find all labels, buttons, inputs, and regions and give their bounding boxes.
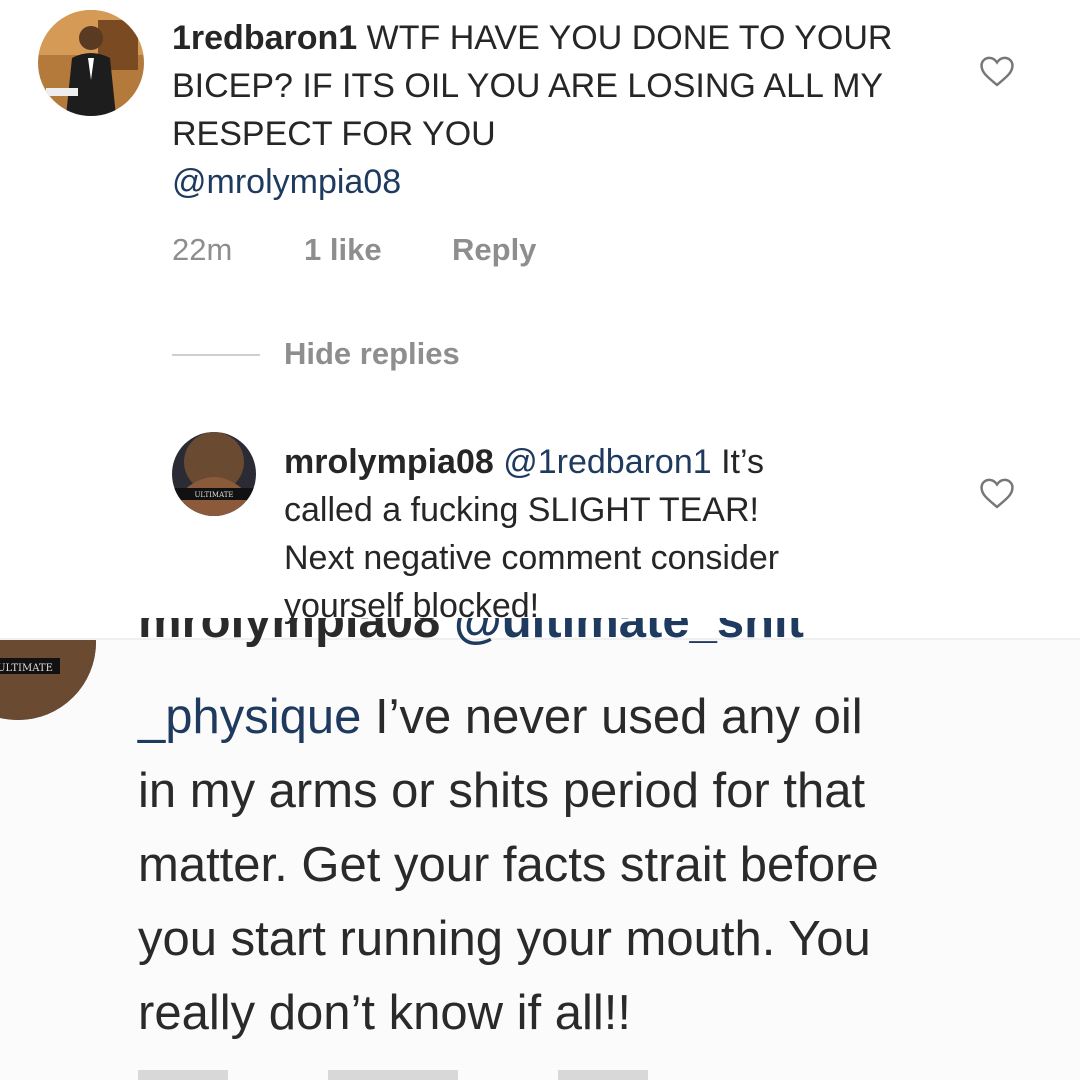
avatar-mrolympia08-zoom[interactable]: ULTIMATE [0,640,96,720]
profile-photo: ULTIMATE [0,640,96,720]
second-reply-line5: really don’t know if all!! [138,986,631,1040]
heart-icon [980,478,1014,509]
comment-thread-top: 1redbaron1 WTF HAVE YOU DONE TO YOUR BIC… [0,0,1080,640]
like-heart-icon[interactable] [978,476,1016,510]
heart-icon [980,56,1014,87]
second-reply-body: _physique I’ve never used any oil in my … [138,680,1080,1050]
hide-replies-line [172,354,260,356]
hide-replies-button[interactable]: Hide replies [284,336,460,372]
profile-photo [38,10,144,116]
reply-text-line1: It’s [721,443,764,481]
reply-text-line3: Next negative comment consider [284,539,780,577]
reply-username[interactable]: mrolympia08 [284,443,494,481]
reply-mention[interactable]: @1redbaron1 [503,443,711,481]
comment-likes[interactable]: 1 like [304,232,382,268]
comment-mention[interactable]: @mrolympia08 [172,163,401,201]
avatar-mrolympia08[interactable]: ULTIMATE [172,432,256,516]
like-heart-icon[interactable] [978,54,1016,88]
second-reply-line4: you start running your mouth. You [138,912,871,966]
reply-button[interactable]: Reply [452,232,536,268]
mention-tail[interactable]: _physique [138,690,361,744]
reply-body: mrolympia08 @1redbaron1 It’s called a fu… [284,438,924,630]
profile-photo: ULTIMATE [172,432,256,516]
cutoff-meta-row [138,1070,648,1080]
second-reply-line2: in my arms or shits period for that [138,764,866,818]
cutoff-mention[interactable]: @ultimate_shit [454,618,804,648]
svg-text:ULTIMATE: ULTIMATE [0,663,53,674]
reply-text-line2: called a fucking SLIGHT TEAR! [284,491,759,529]
second-reply-line3: matter. Get your facts strait before [138,838,879,892]
comment-body: 1redbaron1 WTF HAVE YOU DONE TO YOUR BIC… [172,14,932,206]
second-reply-line1: I’ve never used any oil [375,690,863,744]
comment-time: 22m [172,232,233,267]
cutoff-username-line: mrolympia08 @ultimate_shit [138,618,804,660]
avatar-1redbaron1[interactable] [38,10,144,116]
svg-text:ULTIMATE: ULTIMATE [194,491,233,499]
comment-username[interactable]: 1redbaron1 [172,19,357,57]
cutoff-username[interactable]: mrolympia08 [138,618,440,648]
